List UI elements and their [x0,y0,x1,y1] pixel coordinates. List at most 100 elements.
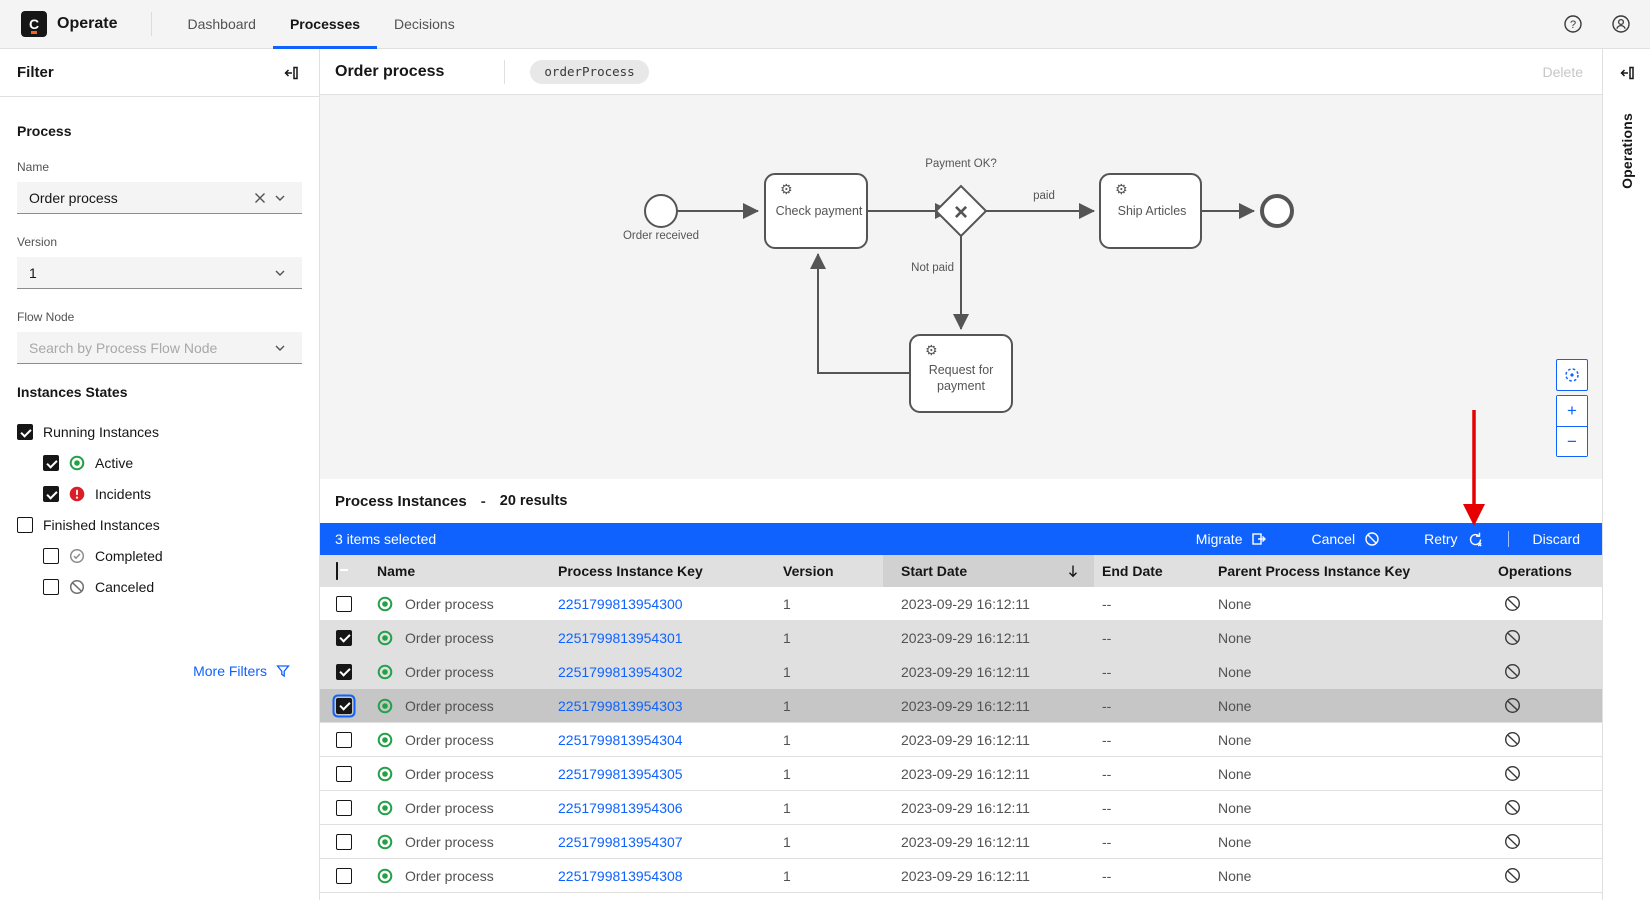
instance-key-link[interactable]: 2251799813954304 [558,732,683,748]
instance-key-link[interactable]: 2251799813954305 [558,766,683,782]
row-checkbox[interactable] [336,664,352,680]
row-checkbox[interactable] [336,800,352,816]
bpmn-canvas[interactable]: Order received ⚙ Check payment × Payment… [320,95,1602,479]
cancel-operation-icon[interactable] [1490,629,1601,646]
instance-name: Order process [405,800,494,816]
instance-start-date: 2023-09-29 16:12:11 [883,766,1094,782]
cancel-operation-icon[interactable] [1490,731,1601,748]
gateway-label: Payment OK? [925,158,997,170]
row-checkbox[interactable] [336,834,352,850]
table-body: Order process 2251799813954300 1 2023-09-29… [320,587,1602,893]
instance-name: Order process [405,630,494,646]
column-header-start-date[interactable]: Start Date [883,555,1094,587]
cancel-operation-icon[interactable] [1490,595,1601,612]
tab-processes[interactable]: Processes [273,0,377,49]
instance-key-link[interactable]: 2251799813954302 [558,664,683,680]
cancel-operation-icon[interactable] [1490,765,1601,782]
state-filter-label: Incidents [95,486,151,502]
user-account-icon[interactable] [1604,7,1638,41]
table-row-2251799813954300[interactable]: Order process225179981395430012023-09-29… [320,587,1602,621]
row-checkbox[interactable] [336,596,352,612]
table-row-2251799813954303[interactable]: Order process225179981395430312023-09-29… [320,689,1602,723]
camunda-logo[interactable]: C [21,11,47,37]
clear-icon[interactable] [250,188,270,208]
discard-button[interactable]: Discard [1511,531,1590,547]
instance-start-date: 2023-09-29 16:12:11 [883,868,1094,884]
more-filters-button[interactable]: More Filters [193,663,291,679]
cancel-operation-icon[interactable] [1490,697,1601,714]
instance-key-link[interactable]: 2251799813954306 [558,800,683,816]
select-all-checkbox[interactable] [336,562,338,580]
end-event[interactable] [1262,196,1292,226]
table-row-2251799813954307[interactable]: Order process225179981395430712023-09-29… [320,825,1602,859]
state-filter-canceled[interactable]: Canceled [43,575,302,599]
chevron-down-icon[interactable] [270,188,290,208]
version-dropdown[interactable]: 1 [17,257,302,289]
state-filter-completed[interactable]: Completed [43,544,302,568]
process-name-combobox[interactable]: Order process [17,182,302,214]
table-header-row: Name Process Instance Key Version Start … [320,555,1602,587]
table-row-2251799813954301[interactable]: Order process225179981395430112023-09-29… [320,621,1602,655]
cancel-operation-icon[interactable] [1490,867,1601,884]
partial-next-row [320,893,1602,900]
help-icon[interactable]: ? [1556,7,1590,41]
instance-state-filters: Running Instances Active Incidents Finished… [17,420,302,599]
collapse-filter-panel-icon[interactable] [277,59,305,87]
instance-key-link[interactable]: 2251799813954301 [558,630,683,646]
row-checkbox[interactable] [336,868,352,884]
row-checkbox[interactable] [336,766,352,782]
table-row-2251799813954308[interactable]: Order process225179981395430812023-09-29… [320,859,1602,893]
instance-key-link[interactable]: 2251799813954307 [558,834,683,850]
chevron-down-icon[interactable] [270,263,290,283]
instance-name: Order process [405,834,494,850]
checkbox[interactable] [17,424,33,440]
table-row-2251799813954304[interactable]: Order process225179981395430412023-09-29… [320,723,1602,757]
zoom-in-button[interactable]: + [1557,396,1587,426]
chevron-down-icon[interactable] [270,338,290,358]
checkbox[interactable] [43,486,59,502]
diagram-reset-view-button[interactable] [1556,359,1588,391]
cancel-operation-icon[interactable] [1490,799,1601,816]
tab-dashboard[interactable]: Dashboard [170,0,273,49]
filter-panel: Filter Process Name Order process Versio… [0,49,320,900]
instance-key-link[interactable]: 2251799813954300 [558,596,683,612]
table-row-2251799813954302[interactable]: Order process225179981395430212023-09-29… [320,655,1602,689]
logo-orange-dot [31,31,37,34]
service-task-gear-icon: ⚙ [780,181,793,197]
instance-key-link[interactable]: 2251799813954303 [558,698,683,714]
checkbox[interactable] [17,517,33,533]
table-row-2251799813954306[interactable]: Order process225179981395430612023-09-29… [320,791,1602,825]
active-state-icon [377,664,393,680]
row-checkbox[interactable] [336,732,352,748]
state-filter-finished-instances[interactable]: Finished Instances [17,513,302,537]
zoom-out-button[interactable]: − [1557,426,1587,456]
start-event-order-received[interactable] [645,195,677,227]
checkbox[interactable] [43,579,59,595]
checkbox[interactable] [43,548,59,564]
row-checkbox[interactable] [336,630,352,646]
state-filter-incidents[interactable]: Incidents [43,482,302,506]
tab-decisions[interactable]: Decisions [377,0,472,49]
state-filter-label: Finished Instances [43,517,160,533]
table-row-2251799813954305[interactable]: Order process225179981395430512023-09-29… [320,757,1602,791]
delete-button-disabled[interactable]: Delete [1543,64,1583,80]
state-filter-running-instances[interactable]: Running Instances [17,420,302,444]
instance-end-date: -- [1094,834,1210,850]
checkbox[interactable] [43,455,59,471]
row-checkbox[interactable] [336,698,352,714]
divider [504,60,505,84]
active-state-icon [377,834,393,850]
cancel-button[interactable]: Cancel [1289,531,1402,547]
flow-node-combobox[interactable]: Search by Process Flow Node [17,332,302,364]
cancel-operation-icon[interactable] [1490,833,1601,850]
task-ship-articles-label: Ship Articles [1118,204,1187,218]
expand-operations-panel-icon[interactable] [1613,59,1641,87]
retry-button[interactable]: Retry [1402,531,1505,548]
operate-app: C Operate DashboardProcessesDecisions ? … [0,0,1650,900]
instance-version: 1 [775,834,883,850]
brand: C Operate [0,11,117,37]
instance-key-link[interactable]: 2251799813954308 [558,868,683,884]
cancel-operation-icon[interactable] [1490,663,1601,680]
migrate-button[interactable]: Migrate [1174,531,1290,547]
state-filter-active[interactable]: Active [43,451,302,475]
